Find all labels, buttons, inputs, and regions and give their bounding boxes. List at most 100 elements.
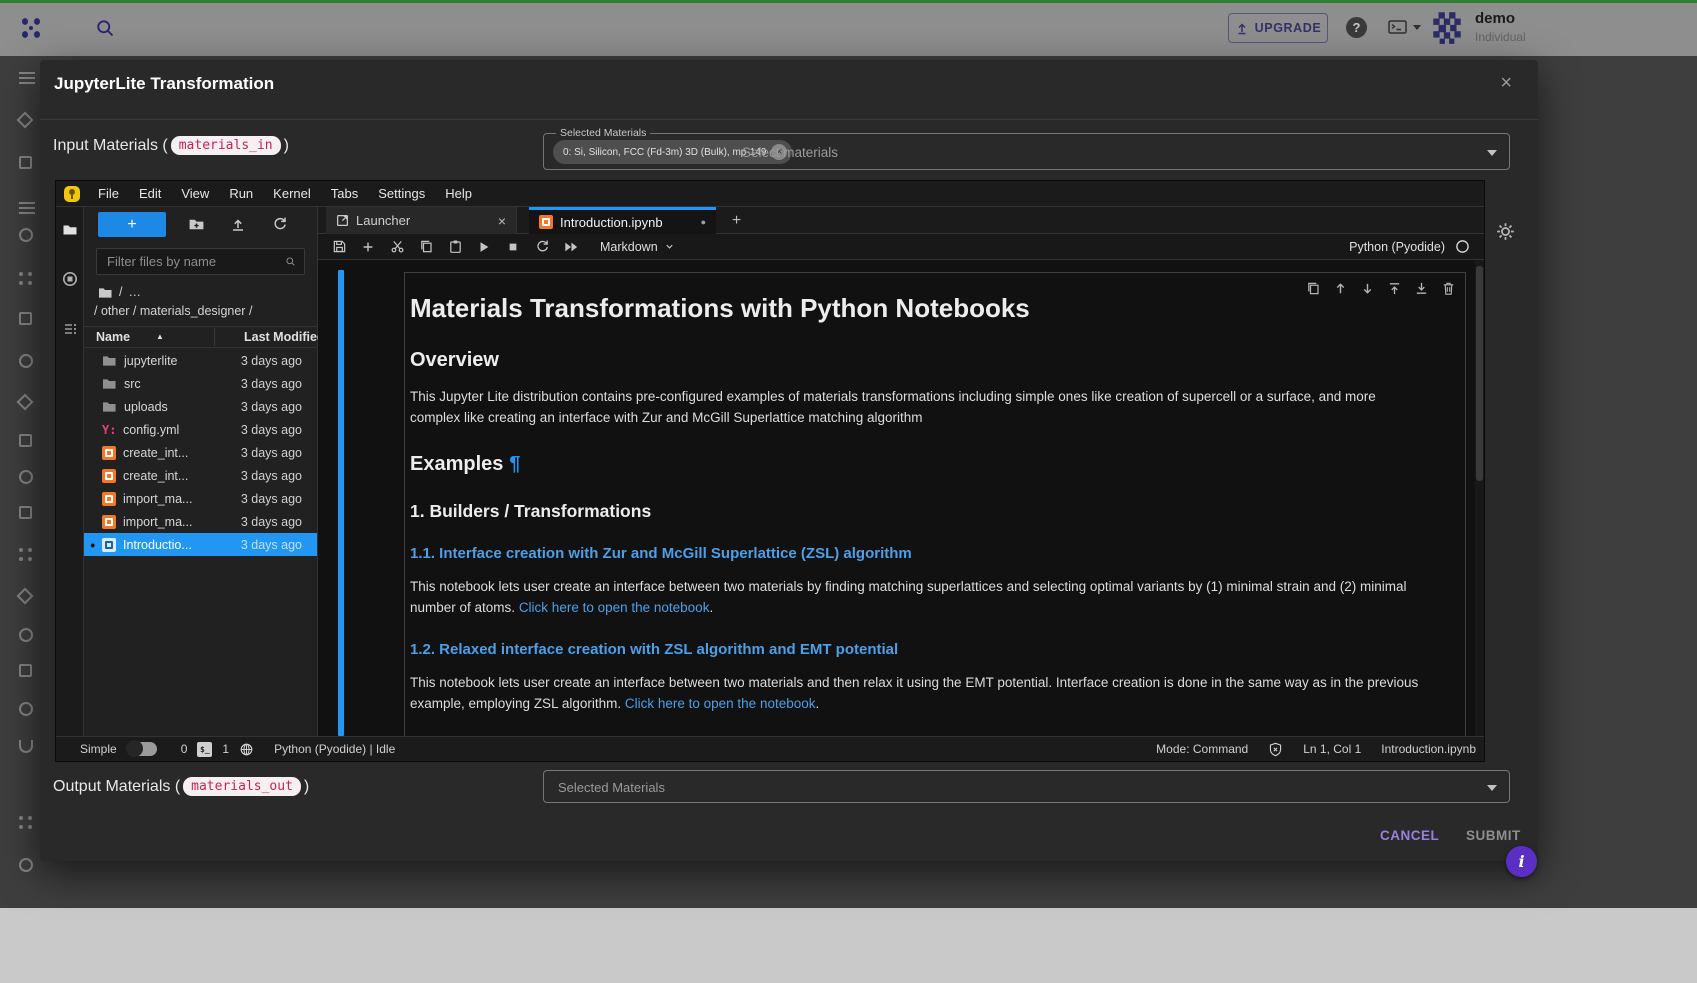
- home-folder-icon[interactable]: [98, 286, 113, 299]
- file-row[interactable]: uploads 3 days ago: [84, 395, 317, 418]
- app-sidebar-icon[interactable]: [19, 816, 23, 820]
- markdown-cell[interactable]: Materials Transformations with Python No…: [404, 272, 1466, 736]
- column-last-modified[interactable]: Last Modified: [244, 330, 325, 344]
- breadcrumb-path[interactable]: / other / materials_designer /: [94, 304, 252, 318]
- file-row[interactable]: create_int... 3 days ago: [84, 441, 317, 464]
- duplicate-cell-icon[interactable]: [1306, 281, 1321, 296]
- file-row[interactable]: import_ma... 3 days ago: [84, 487, 317, 510]
- column-name[interactable]: Name: [96, 330, 130, 344]
- save-icon[interactable]: [331, 239, 347, 255]
- paste-cells-icon[interactable]: [447, 239, 463, 255]
- upgrade-button[interactable]: UPGRADE: [1228, 13, 1328, 43]
- app-sidebar-icon[interactable]: [19, 312, 32, 325]
- app-sidebar-icon[interactable]: [19, 548, 23, 552]
- app-sidebar-icon[interactable]: [19, 628, 33, 642]
- new-tab-button[interactable]: +: [723, 207, 750, 234]
- app-sidebar-icon[interactable]: [19, 702, 33, 716]
- menu-kernel[interactable]: Kernel: [263, 181, 321, 206]
- tab-launcher[interactable]: Launcher ×: [326, 207, 517, 234]
- heading-anchor-icon[interactable]: ¶: [509, 453, 520, 475]
- app-sidebar-icon[interactable]: [17, 588, 34, 605]
- copy-cells-icon[interactable]: [418, 239, 434, 255]
- menu-tabs[interactable]: Tabs: [321, 181, 368, 206]
- submit-button[interactable]: SUBMIT: [1456, 822, 1531, 849]
- simple-mode-toggle[interactable]: [127, 742, 157, 756]
- cursor-position[interactable]: Ln 1, Col 1: [1303, 742, 1361, 756]
- app-sidebar-icon[interactable]: [17, 112, 34, 129]
- refresh-icon[interactable]: [272, 216, 288, 232]
- insert-cell-icon[interactable]: [360, 239, 376, 255]
- app-sidebar-icon[interactable]: [19, 664, 32, 677]
- sort-ascending-icon[interactable]: ▲: [156, 332, 164, 341]
- file-row[interactable]: jupyterlite 3 days ago: [84, 349, 317, 372]
- running-sessions-tab-icon[interactable]: [62, 271, 78, 287]
- notebook-content[interactable]: Materials Transformations with Python No…: [318, 260, 1484, 736]
- terminal-badge-icon[interactable]: $_: [197, 742, 212, 757]
- kernel-sessions-icon[interactable]: [239, 742, 254, 757]
- file-row[interactable]: create_int... 3 days ago: [84, 464, 317, 487]
- search-icon[interactable]: [95, 18, 115, 38]
- close-icon[interactable]: ×: [1500, 72, 1512, 95]
- filter-files-input[interactable]: [105, 253, 285, 270]
- app-sidebar-icon[interactable]: [17, 394, 34, 411]
- kernel-status-text[interactable]: Python (Pyodide) | Idle: [274, 742, 395, 756]
- app-sidebar-icon[interactable]: [19, 202, 35, 214]
- gear-icon[interactable]: [1496, 222, 1515, 241]
- cancel-button[interactable]: CANCEL: [1370, 822, 1449, 849]
- file-browser-tab-icon[interactable]: [61, 222, 79, 238]
- move-cell-down-icon[interactable]: [1360, 281, 1375, 296]
- app-sidebar-icon[interactable]: [19, 72, 35, 84]
- help-button[interactable]: ?: [1346, 17, 1367, 38]
- breadcrumb-ellipsis[interactable]: …: [128, 285, 141, 299]
- scrollbar[interactable]: [1475, 260, 1484, 736]
- app-sidebar-icon[interactable]: [19, 434, 32, 447]
- app-sidebar-icon[interactable]: [19, 740, 33, 753]
- menu-edit[interactable]: Edit: [129, 181, 171, 206]
- app-logo[interactable]: [18, 15, 44, 41]
- console-menu-button[interactable]: [1387, 19, 1421, 35]
- open-notebook-link[interactable]: Click here to open the notebook: [519, 600, 710, 615]
- app-sidebar-icon[interactable]: [19, 272, 23, 276]
- menu-file[interactable]: File: [88, 181, 129, 206]
- insert-cell-above-icon[interactable]: [1387, 281, 1402, 296]
- menu-run[interactable]: Run: [219, 181, 263, 206]
- open-notebook-link[interactable]: Click here to open the notebook: [625, 696, 816, 711]
- new-folder-icon[interactable]: [188, 216, 205, 233]
- app-sidebar-icon[interactable]: [19, 228, 33, 242]
- menu-view[interactable]: View: [171, 181, 219, 206]
- table-of-contents-tab-icon[interactable]: [62, 321, 78, 337]
- menu-settings[interactable]: Settings: [368, 181, 435, 206]
- insert-cell-below-icon[interactable]: [1414, 281, 1429, 296]
- upload-files-icon[interactable]: [230, 216, 246, 232]
- dropdown-caret-icon[interactable]: [1487, 785, 1497, 791]
- unsaved-dot-icon[interactable]: ●: [701, 217, 706, 227]
- kernel-status-icon[interactable]: [1455, 239, 1470, 254]
- kernel-name[interactable]: Python (Pyodide): [1349, 240, 1445, 254]
- new-launcher-button[interactable]: +: [98, 212, 166, 237]
- move-cell-up-icon[interactable]: [1333, 281, 1348, 296]
- active-cell-collapser[interactable]: [338, 270, 344, 736]
- cell-type-dropdown[interactable]: Markdown: [600, 240, 675, 254]
- scrollbar-thumb[interactable]: [1476, 266, 1483, 481]
- close-tab-icon[interactable]: ×: [498, 213, 506, 229]
- cut-cells-icon[interactable]: [389, 239, 405, 255]
- restart-run-all-icon[interactable]: [563, 239, 579, 255]
- app-sidebar-icon[interactable]: [19, 470, 33, 484]
- file-row[interactable]: import_ma... 3 days ago: [84, 510, 317, 533]
- trust-shield-icon[interactable]: [1268, 742, 1283, 757]
- interrupt-kernel-icon[interactable]: [505, 239, 521, 255]
- file-row[interactable]: Y: config.yml 3 days ago: [84, 418, 317, 441]
- output-materials-select[interactable]: Selected Materials: [543, 770, 1510, 803]
- input-materials-select[interactable]: Selected Materials 0: Si, Silicon, FCC (…: [543, 133, 1510, 170]
- app-sidebar-icon[interactable]: [19, 354, 33, 368]
- app-sidebar-icon[interactable]: [19, 858, 33, 872]
- info-button[interactable]: i: [1506, 846, 1537, 877]
- delete-cell-icon[interactable]: [1441, 281, 1456, 296]
- app-sidebar-icon[interactable]: [19, 506, 32, 519]
- tab-introduction-ipynb[interactable]: Introduction.ipynb ●: [529, 207, 716, 234]
- dropdown-caret-icon[interactable]: [1487, 150, 1497, 156]
- menu-help[interactable]: Help: [435, 181, 482, 206]
- file-row[interactable]: src 3 days ago: [84, 372, 317, 395]
- restart-kernel-icon[interactable]: [534, 239, 550, 255]
- app-sidebar-icon[interactable]: [19, 156, 32, 169]
